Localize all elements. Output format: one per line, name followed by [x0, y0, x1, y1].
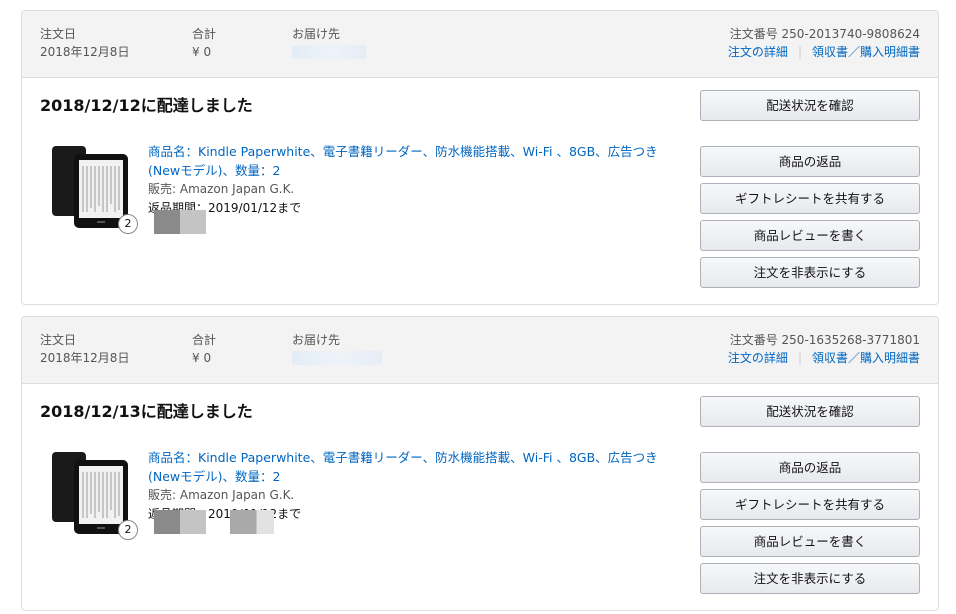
order-details-link[interactable]: 注文の詳細 [728, 351, 788, 365]
order-date: 2018年12月8日 [40, 45, 130, 59]
hide-order-button[interactable]: 注文を非表示にする [700, 257, 920, 288]
ship-to-label: お届け先 [292, 333, 341, 347]
redacted-block [154, 210, 206, 234]
order-date-block: 注文日 2018年12月8日 [40, 25, 129, 61]
track-package-button[interactable]: 配送状況を確認 [700, 396, 920, 427]
return-item-button[interactable]: 商品の返品 [700, 146, 920, 177]
order-actions: 配送状況を確認 商品の返品 ギフトレシートを共有する 商品レビューを書く 注文を… [700, 90, 920, 294]
link-separator: | [797, 351, 802, 365]
write-review-button[interactable]: 商品レビューを書く [700, 220, 920, 251]
return-period: 返品期間：2019/01/12まで [148, 201, 302, 215]
quantity-badge: 2 [118, 214, 138, 234]
total-block: 合計 ¥ 0 [192, 25, 216, 61]
track-package-button[interactable]: 配送状況を確認 [700, 90, 920, 121]
return-period: 返品期間：2019/01/12まで [148, 507, 302, 521]
order-date-label: 注文日 [40, 27, 77, 41]
delivery-status: 2018/12/12に配達しました [40, 96, 253, 115]
order-body: 2018/12/12に配達しました 2 商品名：Kindle Paperwhit… [22, 78, 938, 304]
total-label: 合計 [192, 333, 217, 347]
kindle-device-icon[interactable] [50, 452, 132, 534]
link-separator: | [797, 45, 802, 59]
order-number-block: 注文番号 250-2013740-9808624 注文の詳細 | 領収書／購入明細書 [728, 25, 920, 61]
item-title-link[interactable]: 商品名：Kindle Paperwhite、電子書籍リーダー、防水機能搭載、Wi… [148, 142, 668, 180]
ship-to-redacted[interactable] [292, 351, 382, 365]
receipt-link[interactable]: 領収書／購入明細書 [812, 45, 920, 59]
order-body: 2018/12/13に配達しました 2 商品名：Kindle Paperwhit… [22, 384, 938, 610]
order-card: 注文日 2018年12月8日 合計 ¥ 0 お届け先 注文番号 250-1635… [21, 316, 939, 611]
item-info: 商品名：Kindle Paperwhite、電子書籍リーダー、防水機能搭載、Wi… [148, 448, 668, 524]
receipt-link[interactable]: 領収書／購入明細書 [812, 351, 920, 365]
order-header: 注文日 2018年12月8日 合計 ¥ 0 お届け先 注文番号 250-1635… [22, 317, 938, 384]
order-number: 注文番号 250-1635268-3771801 [729, 333, 920, 347]
order-date: 2018年12月8日 [40, 351, 130, 365]
order-actions: 配送状況を確認 商品の返品 ギフトレシートを共有する 商品レビューを書く 注文を… [700, 396, 920, 600]
kindle-device-icon[interactable] [50, 146, 132, 228]
return-item-button[interactable]: 商品の返品 [700, 452, 920, 483]
ship-to-block: お届け先 [292, 25, 366, 64]
ship-to-redacted[interactable] [292, 45, 366, 59]
seller-label: 販売: Amazon Japan G.K. [148, 182, 295, 196]
redacted-block [154, 510, 206, 534]
item-info: 商品名：Kindle Paperwhite、電子書籍リーダー、防水機能搭載、Wi… [148, 142, 668, 218]
share-gift-receipt-button[interactable]: ギフトレシートを共有する [700, 489, 920, 520]
delivery-status: 2018/12/13に配達しました [40, 402, 253, 421]
order-card: 注文日 2018年12月8日 合計 ¥ 0 お届け先 注文番号 250-2013… [21, 10, 939, 305]
total-value: ¥ 0 [192, 351, 212, 365]
hide-order-button[interactable]: 注文を非表示にする [700, 563, 920, 594]
ship-to-block: お届け先 [292, 331, 382, 370]
order-date-label: 注文日 [40, 333, 77, 347]
order-number-block: 注文番号 250-1635268-3771801 注文の詳細 | 領収書／購入明細書 [728, 331, 920, 367]
order-number: 注文番号 250-2013740-9808624 [729, 27, 920, 41]
ship-to-label: お届け先 [292, 27, 341, 41]
total-label: 合計 [192, 27, 217, 41]
redacted-block [230, 510, 274, 534]
total-block: 合計 ¥ 0 [192, 331, 216, 367]
seller-label: 販売: Amazon Japan G.K. [148, 488, 295, 502]
order-header: 注文日 2018年12月8日 合計 ¥ 0 お届け先 注文番号 250-2013… [22, 11, 938, 78]
total-value: ¥ 0 [192, 45, 212, 59]
share-gift-receipt-button[interactable]: ギフトレシートを共有する [700, 183, 920, 214]
order-date-block: 注文日 2018年12月8日 [40, 331, 129, 367]
write-review-button[interactable]: 商品レビューを書く [700, 526, 920, 557]
item-title-link[interactable]: 商品名：Kindle Paperwhite、電子書籍リーダー、防水機能搭載、Wi… [148, 448, 668, 486]
quantity-badge: 2 [118, 520, 138, 540]
order-details-link[interactable]: 注文の詳細 [728, 45, 788, 59]
